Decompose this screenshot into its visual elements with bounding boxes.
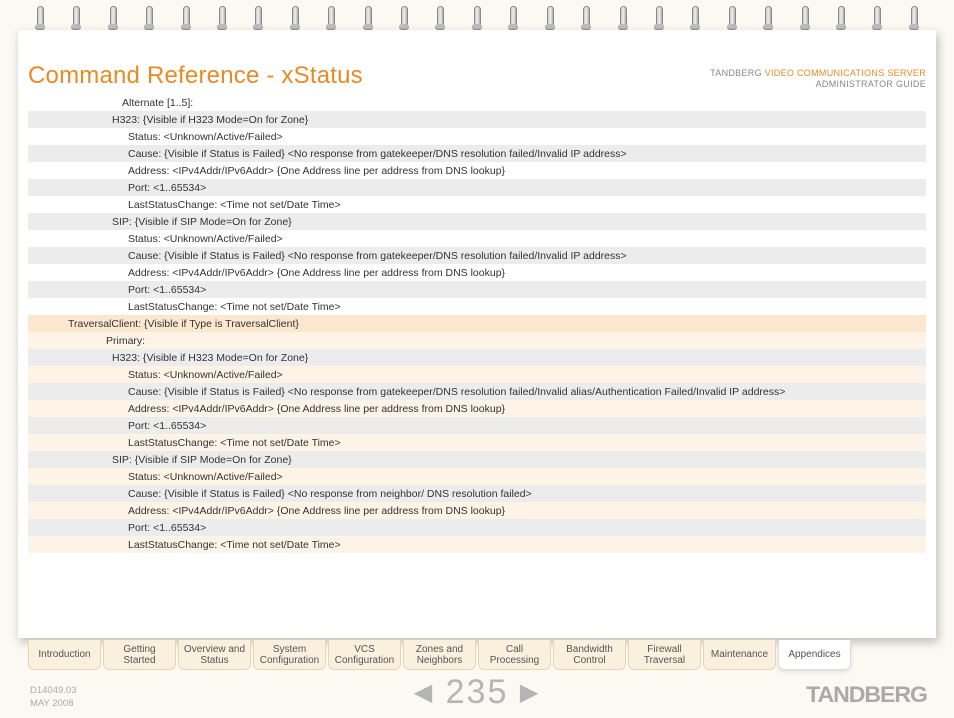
content-row: LastStatusChange: <Time not set/Date Tim…	[28, 536, 926, 553]
nav-tabs: IntroductionGetting StartedOverview and …	[28, 640, 928, 670]
tab-system-configuration[interactable]: System Configuration	[253, 640, 326, 670]
content-row: TraversalClient: {Visible if Type is Tra…	[28, 315, 926, 332]
content-row: Address: <IPv4Addr/IPv6Addr> {One Addres…	[28, 400, 926, 417]
content-row: Alternate [1..5]:	[28, 94, 926, 111]
content-row: SIP: {Visible if SIP Mode=On for Zone}	[28, 451, 926, 468]
content-row: Port: <1..65534>	[28, 281, 926, 298]
tab-zones-and-neighbors[interactable]: Zones and Neighbors	[403, 640, 476, 670]
content-row: Port: <1..65534>	[28, 417, 926, 434]
tab-appendices[interactable]: Appendices	[778, 640, 851, 670]
content-row: Address: <IPv4Addr/IPv6Addr> {One Addres…	[28, 502, 926, 519]
content-table: Alternate [1..5]:H323: {Visible if H323 …	[28, 94, 926, 553]
content-row: Status: <Unknown/Active/Failed>	[28, 128, 926, 145]
content-row: LastStatusChange: <Time not set/Date Tim…	[28, 196, 926, 213]
content-row: Cause: {Visible if Status is Failed} <No…	[28, 383, 926, 400]
content-row: Cause: {Visible if Status is Failed} <No…	[28, 247, 926, 264]
tab-call-processing[interactable]: Call Processing	[478, 640, 551, 670]
content-row: LastStatusChange: <Time not set/Date Tim…	[28, 434, 926, 451]
content-row: Status: <Unknown/Active/Failed>	[28, 230, 926, 247]
doc-subtitle: ADMINISTRATOR GUIDE	[816, 79, 926, 89]
content-row: Cause: {Visible if Status is Failed} <No…	[28, 145, 926, 162]
tab-overview-and-status[interactable]: Overview and Status	[178, 640, 251, 670]
page: Command Reference - xStatus TANDBERG VID…	[18, 30, 936, 638]
content-row: Status: <Unknown/Active/Failed>	[28, 366, 926, 383]
page-number: 235	[446, 673, 509, 711]
product-name: VIDEO COMMUNICATIONS SERVER	[765, 68, 926, 78]
content-row: Cause: {Visible if Status is Failed} <No…	[28, 485, 926, 502]
content-row: Status: <Unknown/Active/Failed>	[28, 468, 926, 485]
page-header: Command Reference - xStatus TANDBERG VID…	[28, 62, 926, 95]
content-row: Port: <1..65534>	[28, 179, 926, 196]
tab-getting-started[interactable]: Getting Started	[103, 640, 176, 670]
content-row: Port: <1..65534>	[28, 519, 926, 536]
content-row: Address: <IPv4Addr/IPv6Addr> {One Addres…	[28, 162, 926, 179]
prev-page-icon[interactable]: ◀	[414, 679, 434, 706]
content-row: H323: {Visible if H323 Mode=On for Zone}	[28, 349, 926, 366]
next-page-icon[interactable]: ▶	[520, 679, 540, 706]
tab-introduction[interactable]: Introduction	[28, 640, 101, 670]
tab-maintenance[interactable]: Maintenance	[703, 640, 776, 670]
tab-bandwidth-control[interactable]: Bandwidth Control	[553, 640, 626, 670]
pager: ◀ 235 ▶	[28, 673, 926, 712]
tab-firewall-traversal[interactable]: Firewall Traversal	[628, 640, 701, 670]
content-row: Address: <IPv4Addr/IPv6Addr> {One Addres…	[28, 264, 926, 281]
brand-logo: TANDBERG	[806, 682, 927, 708]
content-row: LastStatusChange: <Time not set/Date Tim…	[28, 298, 926, 315]
content-row: SIP: {Visible if SIP Mode=On for Zone}	[28, 213, 926, 230]
header-meta: TANDBERG VIDEO COMMUNICATIONS SERVER ADM…	[710, 68, 926, 91]
content-row: Primary:	[28, 332, 926, 349]
page-footer: D14049.03 MAY 2008 ◀ 235 ▶ TANDBERG	[28, 674, 926, 714]
tab-vcs-configuration[interactable]: VCS Configuration	[328, 640, 401, 670]
page-title: Command Reference - xStatus	[28, 62, 363, 90]
brand-upper: TANDBERG	[710, 68, 762, 78]
content-row: H323: {Visible if H323 Mode=On for Zone}	[28, 111, 926, 128]
